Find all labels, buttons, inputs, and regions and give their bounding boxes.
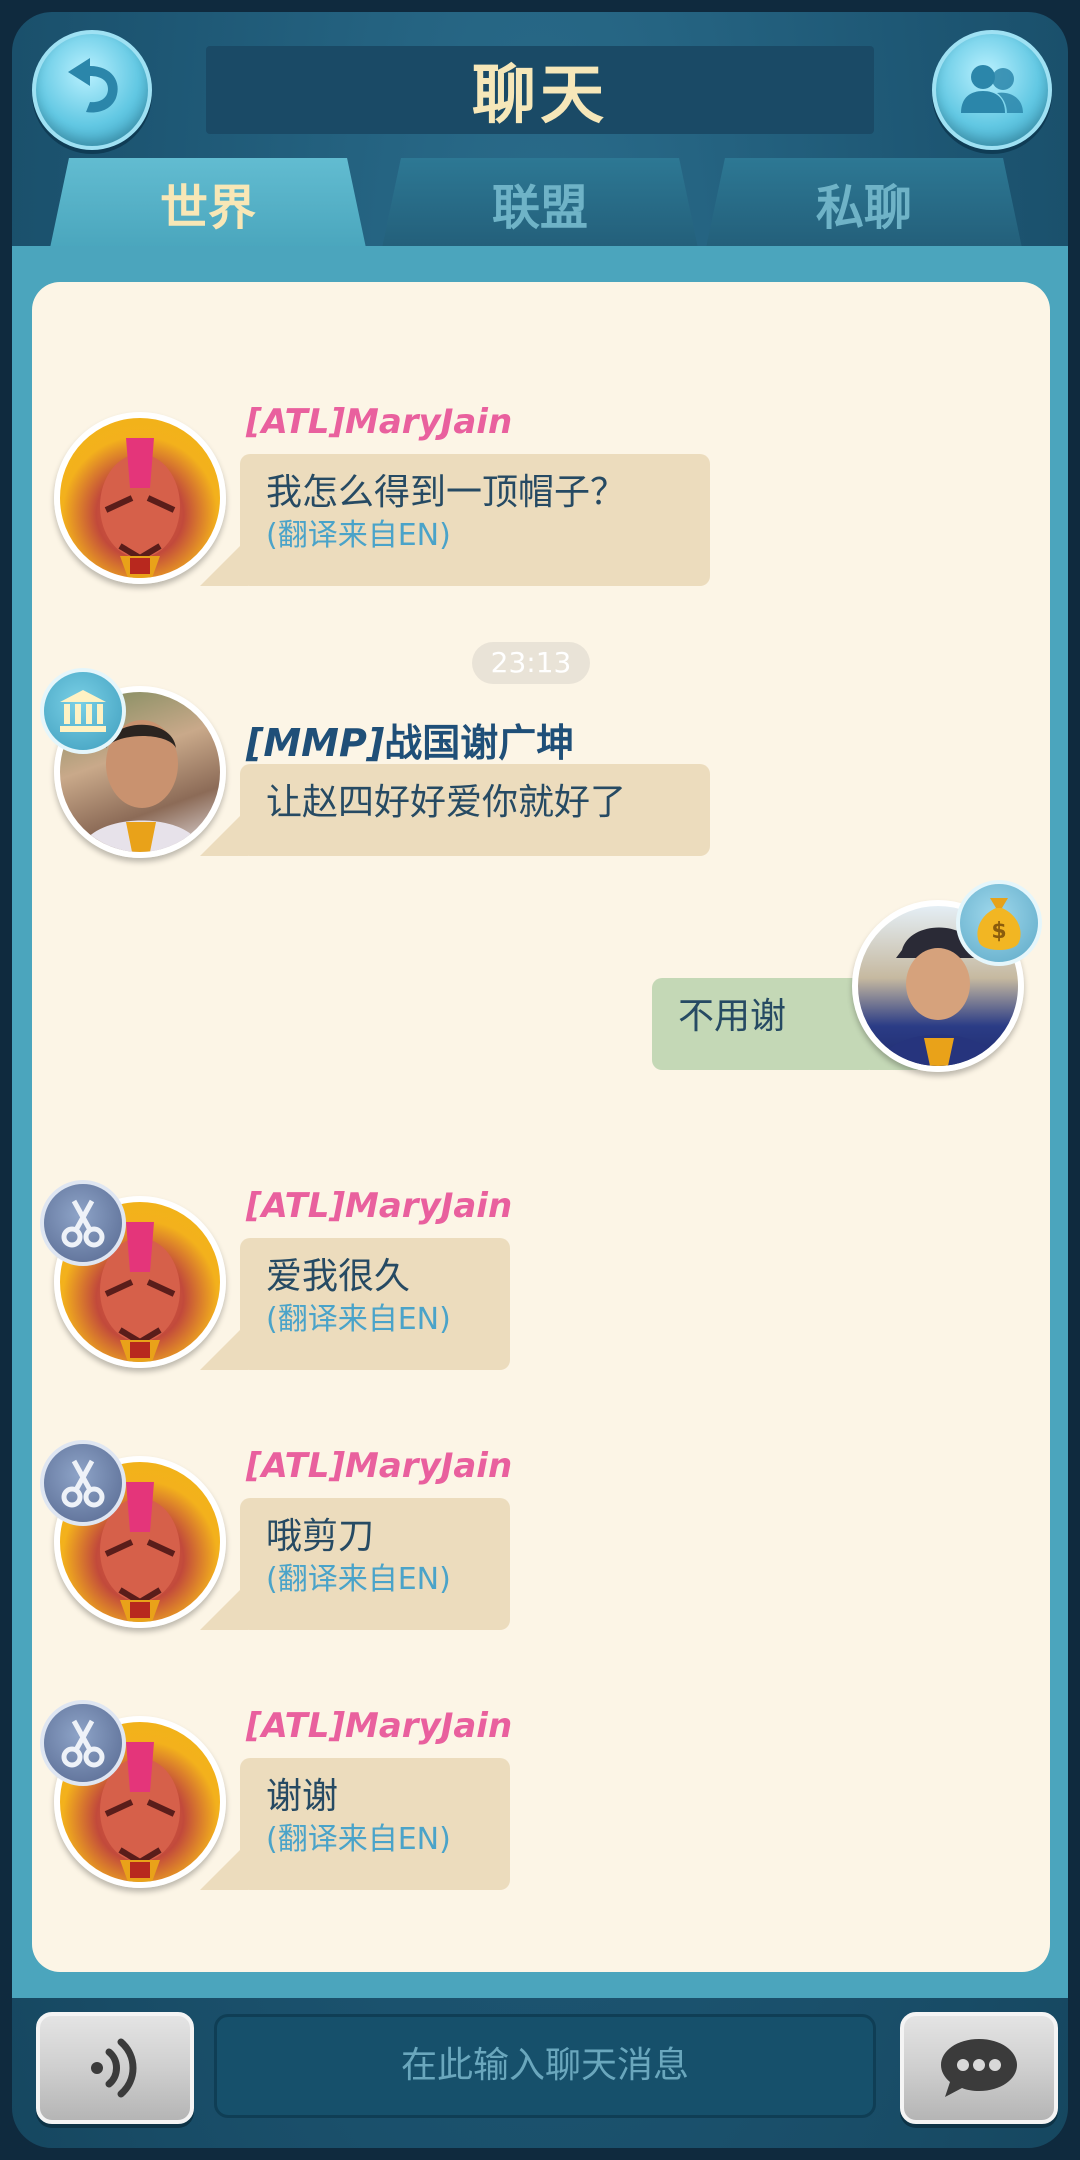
message-bubble[interactable]: 哦剪刀 (翻译来自EN): [200, 1498, 510, 1630]
bank-badge: [40, 668, 126, 754]
scissors-badge: [40, 1440, 126, 1526]
bank-icon: [60, 690, 106, 732]
sender-name[interactable]: [ATL]MaryJain: [246, 1186, 512, 1226]
svg-text:$: $: [991, 919, 1006, 944]
voice-icon: [91, 2038, 137, 2098]
alliance-tag: [MMP]: [246, 721, 385, 765]
message-text: 哦剪刀: [266, 1516, 375, 1557]
scissors-icon: [61, 1199, 105, 1248]
hero-face-icon: [100, 438, 180, 578]
message-text: 爱我很久: [266, 1256, 411, 1297]
voice-button[interactable]: [36, 2012, 194, 2124]
tab-bar: 世界 联盟 私聊: [50, 158, 1030, 248]
tab-world[interactable]: 世界: [50, 158, 366, 248]
own-message-bubble[interactable]: 不用谢: [652, 978, 918, 1070]
message-bubble[interactable]: 我怎么得到一顶帽子？ (翻译来自EN): [200, 454, 710, 586]
message-text: 让赵四好好爱你就好了: [266, 782, 627, 823]
message-bubble[interactable]: 谢谢 (翻译来自EN): [200, 1758, 510, 1890]
send-button[interactable]: [900, 2012, 1058, 2124]
sender-name[interactable]: [MMP]战国谢广坤: [246, 712, 574, 767]
money-badge: $: [956, 880, 1042, 966]
scissors-icon: [61, 1459, 105, 1508]
tab-alliance[interactable]: 联盟: [382, 158, 698, 248]
sender-name[interactable]: [ATL]MaryJain: [246, 1706, 512, 1746]
translation-note: (翻译来自EN): [266, 1822, 451, 1857]
message-bubble[interactable]: 让赵四好好爱你就好了: [200, 764, 710, 856]
tab-private[interactable]: 私聊: [706, 158, 1022, 248]
timestamp: 23:13: [472, 642, 590, 684]
chat-input[interactable]: 在此输入聊天消息: [214, 2014, 876, 2118]
sender-name-rest: 战国谢广坤: [384, 721, 575, 765]
title-bar: 聊天: [206, 46, 874, 134]
message-bubble[interactable]: 爱我很久 (翻译来自EN): [200, 1238, 510, 1370]
translation-note: (翻译来自EN): [266, 1302, 451, 1337]
message-text: 不用谢: [678, 996, 787, 1037]
sender-name[interactable]: [ATL]MaryJain: [246, 1446, 512, 1486]
back-arrow-icon: [68, 58, 118, 113]
sender-name[interactable]: [ATL]MaryJain: [246, 402, 512, 442]
scissors-badge: [40, 1700, 126, 1786]
friends-button[interactable]: [932, 30, 1052, 150]
page-title: 聊天: [472, 59, 608, 133]
message-text: 我怎么得到一顶帽子？: [266, 472, 627, 513]
scissors-icon: [61, 1719, 105, 1768]
translation-note: (翻译来自EN): [266, 518, 451, 553]
money-bag-icon: $: [977, 898, 1021, 950]
chat-bubble-icon: [941, 2039, 1017, 2097]
scissors-badge: [40, 1180, 126, 1266]
translation-note: (翻译来自EN): [266, 1562, 451, 1597]
back-button[interactable]: [32, 30, 152, 150]
message-text: 谢谢: [266, 1776, 339, 1817]
friends-icon: [961, 65, 1023, 113]
